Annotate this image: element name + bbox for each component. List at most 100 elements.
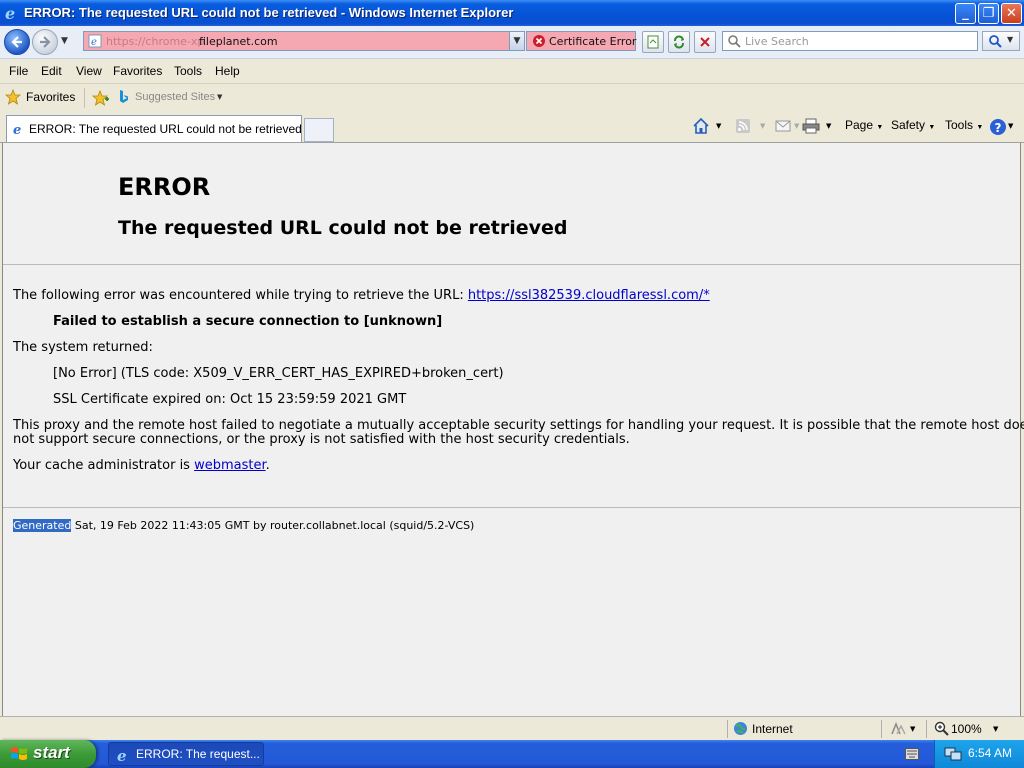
home-dropdown-icon[interactable]: ▼ — [716, 122, 721, 130]
zoom-level[interactable]: 100% — [951, 722, 982, 736]
restore-button[interactable]: ❐ — [978, 3, 999, 24]
protected-mode-icon[interactable] — [890, 722, 906, 736]
url-host: fileplanet.com — [199, 35, 278, 48]
feeds-dropdown-icon[interactable]: ▼ — [760, 122, 765, 130]
status-bar: Internet ▼ 100% ▼ — [0, 716, 1024, 741]
compat-page-icon — [647, 35, 659, 49]
close-button[interactable]: ✕ — [1001, 3, 1022, 24]
page-menu[interactable]: Page ▼ — [845, 118, 883, 132]
svg-text:e: e — [13, 123, 21, 136]
network-icon[interactable] — [944, 746, 962, 762]
minimize-button[interactable]: _ — [955, 3, 976, 24]
back-button[interactable] — [4, 29, 30, 55]
forward-arrow-icon — [40, 36, 51, 48]
window-title: ERROR: The requested URL could not be re… — [24, 5, 514, 20]
mail-dropdown-icon[interactable]: ▼ — [794, 122, 799, 130]
favbar-divider — [84, 88, 85, 108]
new-tab-button[interactable] — [304, 118, 334, 142]
print-icon[interactable] — [802, 118, 820, 134]
menu-bar: File Edit View Favorites Tools Help — [0, 59, 1024, 84]
footer: Generated Sat, 19 Feb 2022 11:43:05 GMT … — [13, 519, 474, 532]
tab-label: ERROR: The requested URL could not be re… — [29, 122, 302, 136]
print-dropdown-icon[interactable]: ▼ — [826, 122, 831, 130]
taskbar-button-ie[interactable]: e ERROR: The request... — [108, 742, 264, 766]
compatibility-view-button[interactable] — [642, 31, 664, 53]
tab-row: e ERROR: The requested URL could not be … — [0, 112, 1024, 143]
forward-button[interactable] — [32, 29, 58, 55]
star-icon — [5, 89, 21, 105]
requested-url-link[interactable]: https://ssl382539.cloudflaressl.com/* — [468, 288, 710, 303]
mail-icon[interactable] — [775, 119, 791, 133]
search-options-dropdown-icon[interactable]: ▼ — [1007, 35, 1013, 44]
cache-admin: Your cache administrator is webmaster. — [13, 458, 270, 473]
certificate-error-button[interactable]: Certificate Error — [526, 31, 636, 51]
failed-message: Failed to establish a secure connection … — [53, 314, 443, 329]
status-divider — [881, 720, 882, 738]
chevron-down-icon: ▼ — [217, 93, 223, 101]
start-label: start — [33, 743, 70, 762]
address-dropdown[interactable]: ▼ — [509, 31, 525, 51]
clock[interactable]: 6:54 AM — [968, 746, 1012, 760]
page-content: ERROR The requested URL could not be ret… — [2, 143, 1024, 716]
help-icon[interactable]: ? — [989, 118, 1007, 136]
search-button[interactable]: ▼ — [982, 31, 1020, 51]
start-button[interactable]: start — [0, 740, 96, 768]
menu-favorites[interactable]: Favorites — [113, 64, 162, 78]
status-divider — [727, 720, 728, 738]
bing-icon — [120, 90, 128, 103]
security-zone[interactable]: Internet — [752, 722, 793, 736]
favorites-label: Favorites — [26, 90, 76, 104]
certificate-error-label: Certificate Error — [549, 35, 637, 48]
zoom-dropdown-icon[interactable]: ▼ — [993, 725, 998, 733]
menu-file[interactable]: File — [9, 64, 28, 78]
safety-menu[interactable]: Safety ▼ — [891, 118, 935, 132]
svg-text:?: ? — [995, 121, 1002, 135]
error-description-text: The following error was encountered whil… — [13, 288, 468, 303]
error-description: The following error was encountered whil… — [13, 288, 710, 303]
menu-view[interactable]: View — [76, 64, 102, 78]
zoom-icon[interactable] — [934, 721, 949, 736]
globe-icon — [734, 722, 747, 735]
divider-top — [3, 264, 1020, 265]
back-arrow-icon — [11, 36, 22, 48]
address-toolbar: ▼ e https://chrome-xp. fileplanet.com ▼ … — [0, 26, 1024, 59]
menu-help[interactable]: Help — [215, 64, 240, 78]
safety-menu-label: Safety — [891, 118, 926, 132]
cache-admin-suffix: . — [265, 458, 270, 473]
add-to-favorites-icon[interactable] — [92, 90, 110, 106]
tab-active[interactable]: e ERROR: The requested URL could not be … — [6, 115, 302, 142]
menu-tools[interactable]: Tools — [174, 64, 202, 78]
stop-button[interactable] — [694, 31, 716, 53]
help-dropdown-icon[interactable]: ▼ — [1008, 122, 1013, 130]
divider-bottom — [3, 507, 1020, 508]
suggested-sites-button[interactable]: Suggested Sites ▼ — [116, 89, 236, 107]
keyboard-icon[interactable] — [905, 748, 919, 760]
address-bar[interactable]: e https://chrome-xp. fileplanet.com — [83, 31, 525, 51]
status-divider — [926, 720, 927, 738]
ie-page-icon: e — [13, 123, 21, 136]
recent-pages-dropdown[interactable]: ▼ — [61, 36, 71, 46]
refresh-button[interactable] — [668, 31, 690, 53]
search-icon — [989, 35, 1002, 48]
webmaster-link[interactable]: webmaster — [194, 458, 266, 473]
feeds-icon[interactable] — [735, 118, 751, 134]
windows-logo-icon — [11, 747, 27, 760]
cache-admin-text: Your cache administrator is — [13, 458, 195, 473]
page-icon: e — [88, 34, 102, 48]
svg-text:e: e — [5, 5, 15, 21]
tools-menu[interactable]: Tools ▼ — [945, 118, 983, 132]
svg-text:e: e — [117, 747, 127, 763]
search-input[interactable]: Live Search — [722, 31, 978, 51]
system-tray: 6:54 AM — [934, 740, 1024, 768]
suggested-sites-label: Suggested Sites — [135, 91, 216, 103]
page-menu-label: Page — [845, 118, 874, 132]
title-bar[interactable]: e ERROR: The requested URL could not be … — [0, 0, 1024, 26]
shield-error-icon — [533, 35, 545, 47]
home-icon[interactable] — [692, 117, 710, 135]
live-search-icon — [728, 35, 741, 48]
footer-highlight: Generated — [13, 519, 72, 532]
protected-mode-dropdown-icon[interactable]: ▼ — [910, 725, 915, 733]
error-title: ERROR — [118, 173, 211, 201]
system-returned-label: The system returned: — [13, 340, 153, 355]
menu-edit[interactable]: Edit — [41, 64, 62, 78]
